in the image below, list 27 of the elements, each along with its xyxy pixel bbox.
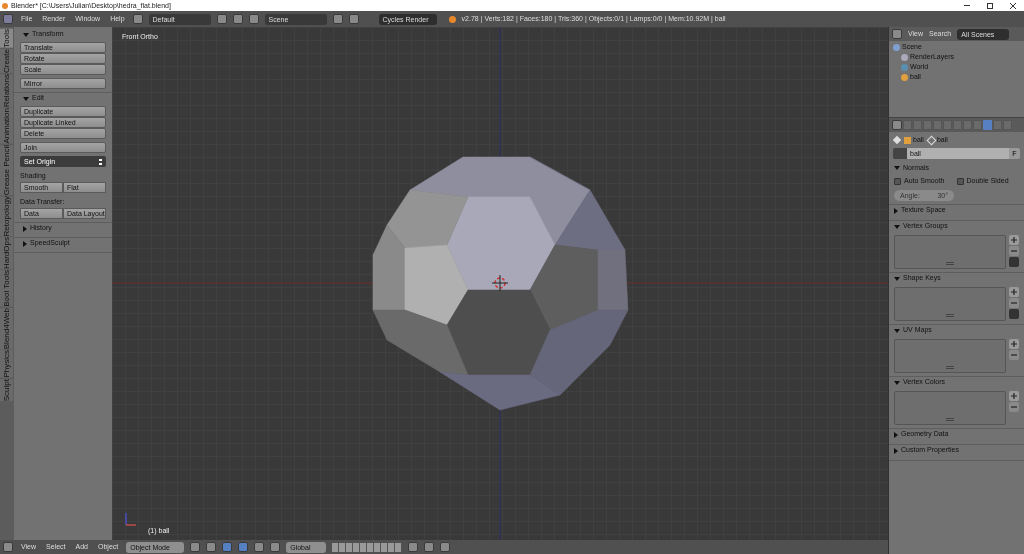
tool-tab[interactable]: Animation — [0, 108, 13, 144]
resize-handle-icon[interactable] — [946, 261, 954, 265]
remove-icon[interactable] — [1009, 297, 1019, 308]
3d-cursor-icon — [491, 274, 509, 292]
tool-tab[interactable]: Grease Pencil — [0, 144, 13, 195]
axis-gizmo-icon — [125, 512, 137, 526]
tool-tab[interactable]: Sculpt — [0, 378, 13, 402]
tool-tab[interactable]: Blend4Web — [0, 308, 13, 350]
tool-tab[interactable]: Bool Tools — [0, 270, 13, 308]
checkbox[interactable] — [956, 177, 964, 185]
object-icon — [904, 136, 911, 144]
tool-tab[interactable]: Physics — [0, 350, 13, 378]
maximize-icon[interactable] — [987, 2, 993, 9]
checkbox[interactable] — [894, 177, 901, 185]
resize-handle-icon[interactable] — [946, 313, 954, 317]
tool-tab[interactable]: HardOps — [0, 237, 13, 270]
tool-tab[interactable]: Relations — [0, 73, 13, 108]
remove-icon[interactable] — [1009, 349, 1019, 360]
tool-tab[interactable]: Create — [0, 48, 13, 73]
resize-handle-icon[interactable] — [946, 365, 954, 369]
tool-tab[interactable]: Retopology — [0, 195, 13, 237]
remove-icon[interactable] — [1009, 245, 1019, 256]
remove-icon[interactable] — [1009, 401, 1019, 412]
updown-arrows-icon — [99, 158, 102, 165]
resize-handle-icon[interactable] — [946, 417, 954, 421]
layers-grid-icon[interactable] — [332, 542, 403, 552]
tool-tab[interactable]: Tools — [0, 29, 13, 48]
